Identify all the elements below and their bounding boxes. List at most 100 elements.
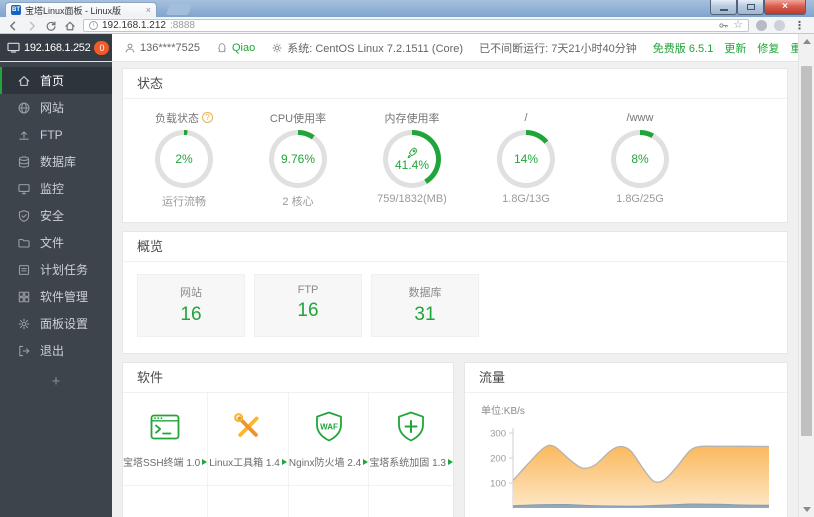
card-label: 数据库: [408, 287, 442, 299]
refresh-icon[interactable]: [45, 19, 57, 31]
sidebar-item-label: FTP: [40, 127, 63, 142]
gauge-value: 9.76%: [280, 152, 316, 166]
scroll-down-icon[interactable]: [803, 507, 811, 512]
browser-menu-icon[interactable]: ⋮: [792, 19, 807, 32]
sidebar-item-security[interactable]: 安全: [0, 202, 112, 229]
sidebar-item-home[interactable]: 首页: [0, 67, 112, 94]
waf-shield-icon: WAF: [311, 409, 347, 445]
software-item-system-hardening[interactable]: 宝塔系统加固 1.3: [369, 393, 453, 486]
sidebar-item-site[interactable]: 网站: [0, 94, 112, 121]
browser-tab[interactable]: BT 宝塔Linux面板 - Linux版 ×: [5, 2, 157, 17]
header-action-repair[interactable]: 修复: [757, 40, 779, 56]
play-icon[interactable]: [448, 458, 453, 465]
play-icon[interactable]: [202, 458, 208, 465]
sidebar-item-files[interactable]: 文件: [0, 229, 112, 256]
extension-icon[interactable]: [756, 19, 767, 31]
tab-title: 宝塔Linux面板 - Linux版: [25, 5, 122, 16]
bookmark-star-icon[interactable]: ☆: [733, 19, 743, 31]
globe-icon: [17, 101, 31, 115]
software-item-nginx-waf[interactable]: WAF Nginx防火墙 2.4: [288, 393, 370, 486]
sidebar-item-monitor[interactable]: 监控: [0, 175, 112, 202]
sidebar-item-label: 监控: [40, 182, 65, 196]
gear-icon: [271, 42, 283, 54]
sidebar-item-label: 网站: [40, 101, 65, 115]
sidebar-item-label: 安全: [40, 209, 65, 223]
upload-icon: [17, 128, 31, 142]
new-tab-button[interactable]: [165, 4, 193, 15]
traffic-panel: 流量 单位:KB/s 100 200 300: [464, 362, 788, 517]
monitor-icon: [17, 182, 31, 196]
software-item-ssh-terminal[interactable]: 宝塔SSH终端 1.0: [123, 393, 209, 486]
gauge-sublabel: 2 核心: [282, 196, 314, 208]
sidebar-item-software[interactable]: 软件管理: [0, 283, 112, 310]
bt-favicon-icon: BT: [11, 5, 21, 15]
account-item[interactable]: 136****7525: [124, 42, 200, 54]
gauge-disk-www: /www 8% 1.8G/25G: [583, 109, 697, 209]
sidebar-item-label: 首页: [40, 74, 65, 88]
gauge-load: 负载状态? 2% 运行流畅: [127, 109, 241, 209]
sidebar-item-logout[interactable]: 退出: [0, 337, 112, 364]
scrollbar-thumb[interactable]: [801, 66, 812, 436]
software-item-item-5[interactable]: [123, 486, 209, 517]
gauge-memory: 内存使用率 41.4% 759/1832(MB): [355, 109, 469, 209]
version-label[interactable]: 免费版 6.5.1: [653, 40, 714, 56]
header-action-update[interactable]: 更新: [724, 40, 746, 56]
sidebar-item-label: 面板设置: [40, 317, 89, 331]
svg-text:200: 200: [490, 454, 506, 465]
back-icon[interactable]: [7, 19, 19, 31]
gauge-sublabel: 1.8G/25G: [616, 193, 664, 205]
sidebar-item-label: 计划任务: [40, 263, 89, 277]
forward-icon[interactable]: [26, 19, 38, 31]
database-icon: [17, 155, 31, 169]
gauge-label: /: [524, 111, 528, 124]
traffic-chart: 单位:KB/s 100 200 300: [465, 393, 787, 517]
card-label: 网站: [180, 287, 202, 299]
software-item-linux-toolbox[interactable]: Linux工具箱 1.4: [208, 393, 289, 486]
software-panel-title: 软件: [123, 363, 453, 393]
window-close-button[interactable]: ×: [764, 0, 806, 15]
system-item: 系统: CentOS Linux 7.2.1511 (Core): [271, 40, 463, 56]
address-bar[interactable]: i 192.168.1.212:8888 ☆: [83, 18, 749, 32]
qq-item[interactable]: Qiao: [216, 42, 255, 54]
sidebar-item-cron[interactable]: 计划任务: [0, 256, 112, 283]
overview-card-ftp[interactable]: FTP 16: [254, 274, 362, 337]
sidebar-item-label: 软件管理: [40, 290, 89, 304]
url-host: 192.168.1.212: [102, 19, 166, 31]
scroll-up-icon[interactable]: [803, 39, 811, 44]
home-toolbar-icon[interactable]: [64, 19, 76, 31]
gauge-label: 负载状态?: [127, 109, 241, 126]
play-icon[interactable]: [363, 458, 369, 465]
software-item-label: Nginx防火墙 2.4: [289, 454, 369, 469]
sidebar-add-button[interactable]: +: [0, 369, 112, 395]
sidebar-item-ftp[interactable]: FTP: [0, 121, 112, 148]
software-item-label: Linux工具箱 1.4: [209, 454, 287, 469]
play-icon[interactable]: [281, 458, 287, 465]
task-icon: [17, 263, 31, 277]
sidebar-item-database[interactable]: 数据库: [0, 148, 112, 175]
help-icon[interactable]: ?: [202, 112, 213, 123]
software-item-item-8[interactable]: [369, 486, 453, 517]
key-icon[interactable]: [718, 20, 729, 31]
account-label: 136****7525: [140, 41, 200, 54]
gauge-value: 2%: [175, 152, 193, 166]
overview-card-sites[interactable]: 网站 16: [137, 274, 245, 337]
grid-icon: [17, 290, 31, 304]
software-item-label: 宝塔SSH终端 1.0: [123, 454, 208, 469]
message-count-badge[interactable]: 0: [94, 40, 110, 55]
window-maximize-button[interactable]: [737, 0, 764, 15]
server-ip-block[interactable]: 192.168.1.252 0: [0, 34, 112, 61]
overview-card-databases[interactable]: 数据库 31: [371, 274, 479, 337]
window-minimize-button[interactable]: [710, 0, 737, 15]
sidebar: 首页网站 FTP 数据库监控安全文件计划任务软件管理面板设置退出 +: [0, 62, 112, 517]
overview-panel-title: 概览: [123, 232, 787, 262]
software-item-item-6[interactable]: [208, 486, 289, 517]
app-header: 192.168.1.252 0 136****7525 Qiao 系统: Cen…: [0, 34, 812, 62]
software-item-item-7[interactable]: [289, 486, 370, 517]
tools-icon: [230, 409, 266, 445]
sidebar-item-label: 退出: [40, 344, 65, 358]
tab-close-icon[interactable]: ×: [146, 5, 151, 15]
extension-icon-2[interactable]: [774, 19, 785, 31]
page-scrollbar[interactable]: [798, 34, 814, 517]
sidebar-item-settings[interactable]: 面板设置: [0, 310, 112, 337]
info-icon[interactable]: i: [89, 20, 98, 30]
